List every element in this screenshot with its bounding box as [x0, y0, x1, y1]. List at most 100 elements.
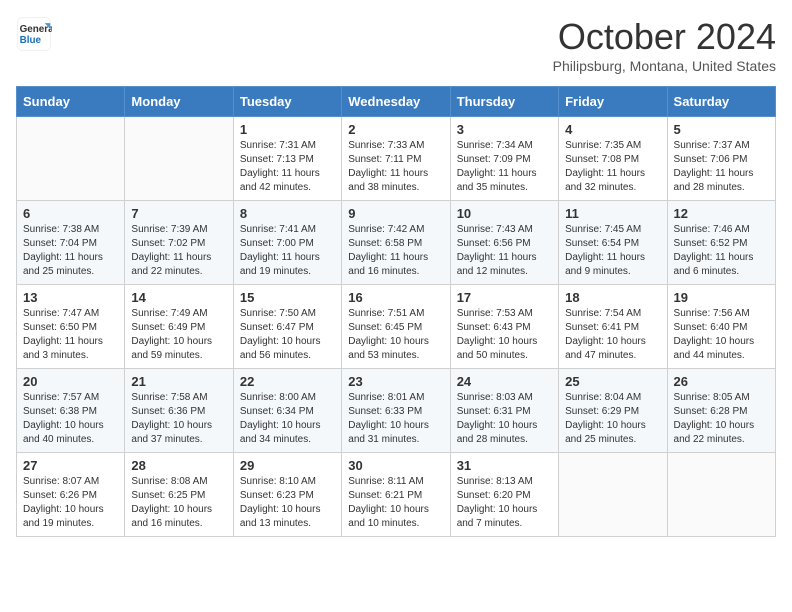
day-number: 5 [674, 122, 769, 137]
day-info: Sunrise: 8:03 AM Sunset: 6:31 PM Dayligh… [457, 391, 552, 447]
page-header: General Blue October 2024 Philipsburg, M… [16, 16, 776, 74]
day-header-thursday: Thursday [450, 87, 558, 117]
calendar-cell: 1Sunrise: 7:31 AM Sunset: 7:13 PM Daylig… [233, 117, 341, 201]
calendar-cell: 27 Sunrise: 8:07 AM Sunset: 6:26 PM Dayli… [17, 453, 125, 537]
day-number: 22 [240, 374, 335, 389]
calendar-cell: 15Sunrise: 7:50 AM Sunset: 6:47 PM Dayli… [233, 285, 341, 369]
calendar-cell: 14 Sunrise: 7:49 AM Sunset: 6:49 PM Dayli… [125, 285, 233, 369]
day-number: 8 [240, 206, 335, 221]
calendar-cell: 2 Sunrise: 7:33 AM Sunset: 7:11 PM Daylig… [342, 117, 450, 201]
day-info: Sunrise: 7:53 AM Sunset: 6:43 PM Dayligh… [457, 307, 552, 363]
calendar-cell: 31 Sunrise: 8:13 AM Sunset: 6:20 PM Dayli… [450, 453, 558, 537]
calendar-cell: 7 Sunrise: 7:39 AM Sunset: 7:02 PM Daylig… [125, 201, 233, 285]
calendar-cell: 22Sunrise: 8:00 AM Sunset: 6:34 PM Dayli… [233, 369, 341, 453]
calendar-cell: 6 Sunrise: 7:38 AM Sunset: 7:04 PM Daylig… [17, 201, 125, 285]
logo: General Blue [16, 16, 56, 52]
day-number: 25 [565, 374, 660, 389]
svg-text:General: General [20, 24, 52, 35]
day-info: Sunrise: 7:54 AM Sunset: 6:41 PM Dayligh… [565, 307, 660, 363]
calendar-cell: 29 Sunrise: 8:10 AM Sunset: 6:23 PM Dayli… [233, 453, 341, 537]
day-number: 19 [674, 290, 769, 305]
day-number: 11 [565, 206, 660, 221]
day-info: Sunrise: 7:46 AM Sunset: 6:52 PM Dayligh… [674, 223, 769, 279]
day-info: Sunrise: 7:49 AM Sunset: 6:49 PM Dayligh… [131, 307, 226, 363]
day-info: Sunrise: 8:11 AM Sunset: 6:21 PM Dayligh… [348, 475, 443, 531]
week-row-2: 6 Sunrise: 7:38 AM Sunset: 7:04 PM Daylig… [17, 201, 776, 285]
day-number: 24 [457, 374, 552, 389]
day-number: 2 [348, 122, 443, 137]
calendar-cell: 28 Sunrise: 8:08 AM Sunset: 6:25 PM Dayli… [125, 453, 233, 537]
day-number: 12 [674, 206, 769, 221]
calendar-cell [17, 117, 125, 201]
day-info: Sunrise: 7:35 AM Sunset: 7:08 PM Dayligh… [565, 139, 660, 195]
day-info: Sunrise: 8:07 AM Sunset: 6:26 PM Dayligh… [23, 475, 118, 531]
calendar-cell: 4 Sunrise: 7:35 AM Sunset: 7:08 PM Daylig… [559, 117, 667, 201]
week-row-1: 1Sunrise: 7:31 AM Sunset: 7:13 PM Daylig… [17, 117, 776, 201]
day-number: 28 [131, 458, 226, 473]
week-row-4: 20 Sunrise: 7:57 AM Sunset: 6:38 PM Dayli… [17, 369, 776, 453]
title-block: October 2024 Philipsburg, Montana, Unite… [553, 16, 776, 74]
calendar-cell: 25 Sunrise: 8:04 AM Sunset: 6:29 PM Dayli… [559, 369, 667, 453]
calendar-cell: 19 Sunrise: 7:56 AM Sunset: 6:40 PM Dayli… [667, 285, 775, 369]
day-info: Sunrise: 7:51 AM Sunset: 6:45 PM Dayligh… [348, 307, 443, 363]
day-number: 14 [131, 290, 226, 305]
day-header-friday: Friday [559, 87, 667, 117]
day-info: Sunrise: 7:31 AM Sunset: 7:13 PM Dayligh… [240, 139, 335, 195]
day-number: 20 [23, 374, 118, 389]
calendar-cell: 21Sunrise: 7:58 AM Sunset: 6:36 PM Dayli… [125, 369, 233, 453]
day-number: 6 [23, 206, 118, 221]
day-number: 27 [23, 458, 118, 473]
day-info: Sunrise: 7:45 AM Sunset: 6:54 PM Dayligh… [565, 223, 660, 279]
day-info: Sunrise: 7:50 AM Sunset: 6:47 PM Dayligh… [240, 307, 335, 363]
day-info: Sunrise: 7:57 AM Sunset: 6:38 PM Dayligh… [23, 391, 118, 447]
month-title: October 2024 [553, 16, 776, 58]
calendar-cell: 8Sunrise: 7:41 AM Sunset: 7:00 PM Daylig… [233, 201, 341, 285]
calendar-cell: 11 Sunrise: 7:45 AM Sunset: 6:54 PM Dayli… [559, 201, 667, 285]
calendar-cell: 30 Sunrise: 8:11 AM Sunset: 6:21 PM Dayli… [342, 453, 450, 537]
day-info: Sunrise: 8:10 AM Sunset: 6:23 PM Dayligh… [240, 475, 335, 531]
day-info: Sunrise: 7:43 AM Sunset: 6:56 PM Dayligh… [457, 223, 552, 279]
calendar-cell: 20 Sunrise: 7:57 AM Sunset: 6:38 PM Dayli… [17, 369, 125, 453]
day-number: 30 [348, 458, 443, 473]
day-number: 23 [348, 374, 443, 389]
day-info: Sunrise: 7:56 AM Sunset: 6:40 PM Dayligh… [674, 307, 769, 363]
day-number: 18 [565, 290, 660, 305]
day-number: 10 [457, 206, 552, 221]
day-info: Sunrise: 8:13 AM Sunset: 6:20 PM Dayligh… [457, 475, 552, 531]
day-number: 7 [131, 206, 226, 221]
day-header-sunday: Sunday [17, 87, 125, 117]
day-info: Sunrise: 8:08 AM Sunset: 6:25 PM Dayligh… [131, 475, 226, 531]
calendar: SundayMondayTuesdayWednesdayThursdayFrid… [16, 86, 776, 537]
calendar-cell [667, 453, 775, 537]
day-info: Sunrise: 7:58 AM Sunset: 6:36 PM Dayligh… [131, 391, 226, 447]
calendar-cell: 5 Sunrise: 7:37 AM Sunset: 7:06 PM Daylig… [667, 117, 775, 201]
day-info: Sunrise: 7:42 AM Sunset: 6:58 PM Dayligh… [348, 223, 443, 279]
day-header-monday: Monday [125, 87, 233, 117]
calendar-cell: 17Sunrise: 7:53 AM Sunset: 6:43 PM Dayli… [450, 285, 558, 369]
day-info: Sunrise: 7:37 AM Sunset: 7:06 PM Dayligh… [674, 139, 769, 195]
day-number: 16 [348, 290, 443, 305]
day-number: 26 [674, 374, 769, 389]
calendar-cell [125, 117, 233, 201]
location: Philipsburg, Montana, United States [553, 58, 776, 74]
day-number: 9 [348, 206, 443, 221]
day-number: 29 [240, 458, 335, 473]
day-info: Sunrise: 8:01 AM Sunset: 6:33 PM Dayligh… [348, 391, 443, 447]
week-row-5: 27 Sunrise: 8:07 AM Sunset: 6:26 PM Dayli… [17, 453, 776, 537]
calendar-cell: 23 Sunrise: 8:01 AM Sunset: 6:33 PM Dayli… [342, 369, 450, 453]
day-number: 31 [457, 458, 552, 473]
day-info: Sunrise: 7:34 AM Sunset: 7:09 PM Dayligh… [457, 139, 552, 195]
calendar-cell: 18 Sunrise: 7:54 AM Sunset: 6:41 PM Dayli… [559, 285, 667, 369]
calendar-cell: 3Sunrise: 7:34 AM Sunset: 7:09 PM Daylig… [450, 117, 558, 201]
svg-text:Blue: Blue [20, 35, 42, 46]
calendar-cell: 10 Sunrise: 7:43 AM Sunset: 6:56 PM Dayli… [450, 201, 558, 285]
day-info: Sunrise: 7:33 AM Sunset: 7:11 PM Dayligh… [348, 139, 443, 195]
calendar-cell: 26Sunrise: 8:05 AM Sunset: 6:28 PM Dayli… [667, 369, 775, 453]
week-row-3: 13Sunrise: 7:47 AM Sunset: 6:50 PM Dayli… [17, 285, 776, 369]
day-info: Sunrise: 7:38 AM Sunset: 7:04 PM Dayligh… [23, 223, 118, 279]
calendar-cell [559, 453, 667, 537]
day-info: Sunrise: 7:47 AM Sunset: 6:50 PM Dayligh… [23, 307, 118, 363]
day-info: Sunrise: 7:39 AM Sunset: 7:02 PM Dayligh… [131, 223, 226, 279]
day-info: Sunrise: 8:04 AM Sunset: 6:29 PM Dayligh… [565, 391, 660, 447]
day-number: 4 [565, 122, 660, 137]
